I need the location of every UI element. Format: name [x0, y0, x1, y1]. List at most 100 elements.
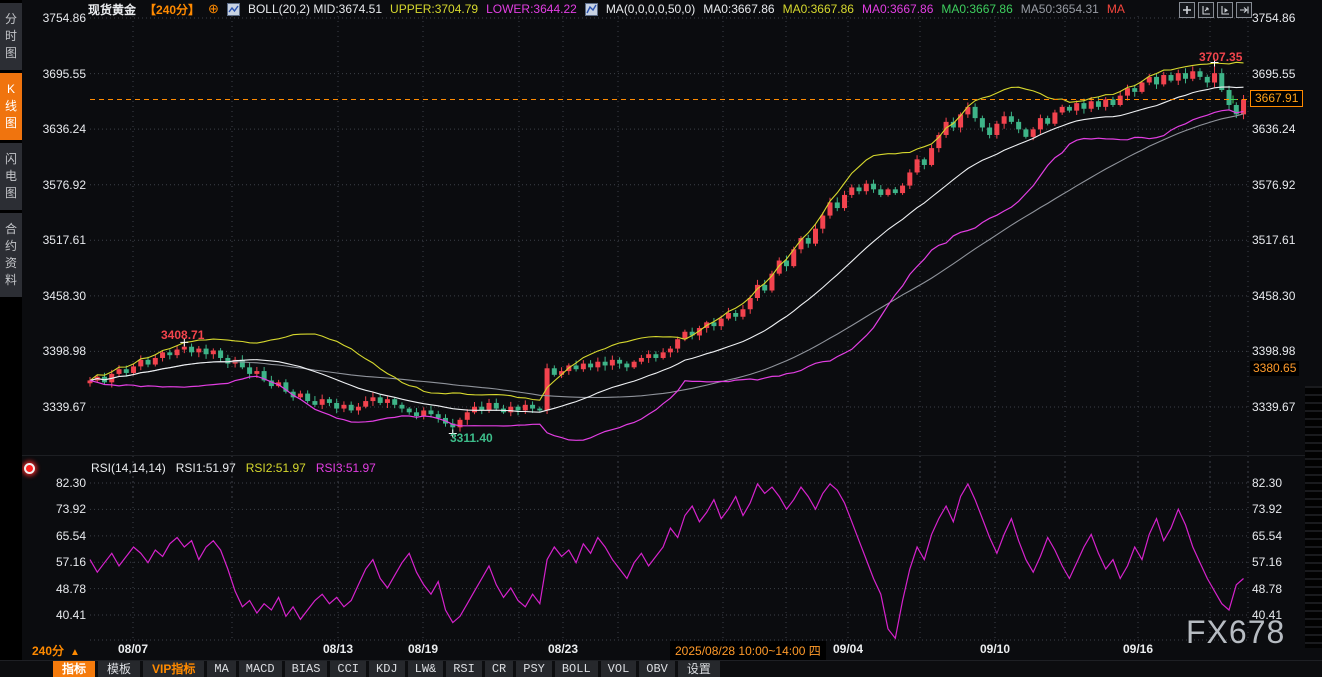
- sidebar-tab-char: 资: [5, 255, 17, 272]
- watermark: FX678: [1186, 614, 1285, 651]
- peak-high-label: 3707.35: [1199, 50, 1242, 64]
- ma50-line: [90, 114, 1244, 398]
- timeframe-button[interactable]: 240分 ▲: [32, 642, 80, 659]
- sidebar-tab-char: 图: [5, 45, 17, 62]
- price-axis-left: 3754.863695.553636.243576.923517.613458.…: [26, 0, 86, 660]
- toolbar-button-2[interactable]: VIP指标: [143, 661, 204, 677]
- sidebar-tab-char: 时: [5, 28, 17, 45]
- boll-values: BOLL(20,2) MID:3674.51: [248, 2, 382, 16]
- boll-upper-value: UPPER:3704.79: [390, 2, 478, 16]
- swing-low-label: 3311.40: [450, 431, 493, 445]
- toolbar-button-6[interactable]: CCI: [330, 661, 366, 677]
- sidebar-tab-char: 线: [5, 98, 17, 115]
- auto-scroll-icon[interactable]: [1217, 2, 1233, 18]
- rsi-axis-label: 65.54: [1252, 529, 1282, 543]
- price-axis-label: 3458.30: [1252, 289, 1295, 303]
- sidebar-tab-char: K: [7, 81, 15, 98]
- sidebar-tab-闪电图[interactable]: 闪电图: [0, 143, 22, 210]
- boll-indicator-icon[interactable]: [227, 3, 240, 16]
- toolbar-button-9[interactable]: RSI: [446, 661, 482, 677]
- rsi1-value: RSI1:51.97: [176, 461, 236, 475]
- rsi-axis-label: 73.92: [56, 502, 86, 516]
- x-axis-date: 08/23: [548, 642, 578, 656]
- sidebar-tab-char: 图: [5, 115, 17, 132]
- x-axis-date: 09/04: [833, 642, 863, 656]
- current-price-tag: 3667.91: [1250, 90, 1303, 107]
- rsi-axis-label: 40.41: [56, 608, 86, 622]
- rsi-axis-label: 57.16: [56, 555, 86, 569]
- price-axis-label: 3576.92: [1252, 178, 1295, 192]
- indicator-settings-icon[interactable]: [24, 463, 35, 474]
- add-indicator-icon[interactable]: ⊕: [208, 1, 219, 17]
- rsi-title: RSI(14,14,14): [91, 461, 166, 475]
- x-axis-date: 09/10: [980, 642, 1010, 656]
- toolbar-button-8[interactable]: LW&: [408, 661, 444, 677]
- toolbar-button-3[interactable]: MA: [207, 661, 235, 677]
- x-axis-date: 08/19: [408, 642, 438, 656]
- toolbar-button-7[interactable]: KDJ: [369, 661, 405, 677]
- toolbar-button-5[interactable]: BIAS: [285, 661, 328, 677]
- sidebar-tab-char: 合: [5, 221, 17, 238]
- rsi3-value: RSI3:51.97: [316, 461, 376, 475]
- sidebar-tab-char: 电: [5, 168, 17, 185]
- rsi-header: RSI(14,14,14) RSI1:51.97 RSI2:51.97 RSI3…: [24, 460, 376, 476]
- ma-group-label: MA(0,0,0,0,50,0): [606, 2, 695, 16]
- toolbar-button-0[interactable]: 指标: [53, 661, 95, 677]
- price-axis-label: 3636.24: [1252, 122, 1295, 136]
- x-axis-row: 240分 ▲ 2025/08/28 10:00~14:00 四 08/07 08/1…: [0, 640, 1322, 660]
- indicator-toolbar: 指标模板VIP指标MAMACDBIASCCIKDJLW&RSICRPSYBOLL…: [0, 660, 1322, 677]
- rsi-axis-label: 82.30: [56, 476, 86, 490]
- ma-value: MA0:3667.86: [862, 2, 933, 16]
- x-axis-date: 09/16: [1123, 642, 1153, 656]
- sidebar-tab-char: 图: [5, 185, 17, 202]
- toolbar-button-10[interactable]: CR: [485, 661, 513, 677]
- symbol-name: 现货黄金: [88, 1, 136, 18]
- goto-latest-icon[interactable]: [1236, 2, 1252, 18]
- sidebar-tab-合约资料[interactable]: 合约资料: [0, 213, 22, 297]
- datetime-tooltip: 2025/08/28 10:00~14:00 四: [670, 641, 826, 660]
- x-axis-date: 08/07: [118, 642, 148, 656]
- ma-value: MA0:3667.86: [941, 2, 1012, 16]
- panel-divider: [22, 455, 1322, 456]
- toolbar-button-1[interactable]: 模板: [98, 661, 140, 677]
- scale-axes-icon[interactable]: [1198, 2, 1214, 18]
- price-axis-label: 3695.55: [1252, 67, 1295, 81]
- toolbar-button-15[interactable]: 设置: [678, 661, 720, 677]
- ma-value: MA0:3667.86: [783, 2, 854, 16]
- rsi-axis-label: 73.92: [1252, 502, 1282, 516]
- swing-high-label: 3408.71: [161, 328, 204, 342]
- rsi-axis-label: 82.30: [1252, 476, 1282, 490]
- timeframe-tag[interactable]: 【240分】: [144, 1, 200, 18]
- sidebar-tab-char: 料: [5, 272, 17, 289]
- reference-price-tag: 3380.65: [1250, 361, 1299, 376]
- rsi-axis-label: 48.78: [56, 582, 86, 596]
- price-axis-label: 3458.30: [43, 289, 86, 303]
- sidebar-tab-char: 分: [5, 11, 17, 28]
- toolbar-button-13[interactable]: VOL: [601, 661, 637, 677]
- chart-toolbar-icons: [1179, 2, 1252, 18]
- boll-upper-line: [90, 62, 1244, 400]
- toolbar-button-12[interactable]: BOLL: [555, 661, 598, 677]
- toolbar-button-14[interactable]: OBV: [639, 661, 675, 677]
- timeframe-label: 240分: [32, 644, 64, 658]
- left-sidebar: 分时图K线图闪电图合约资料: [0, 0, 22, 677]
- ma-indicator-icon[interactable]: [585, 3, 598, 16]
- rsi-axis-label: 57.16: [1252, 555, 1282, 569]
- chart-header: 现货黄金 【240分】 ⊕ BOLL(20,2) MID:3674.51 UPP…: [22, 0, 1322, 18]
- sidebar-tab-分时图[interactable]: 分时图: [0, 3, 22, 70]
- x-axis-date: 08/13: [323, 642, 353, 656]
- dropdown-arrow-icon: ▲: [70, 647, 80, 658]
- ma-value: MA: [1107, 2, 1125, 16]
- rsi-axis-label: 48.78: [1252, 582, 1282, 596]
- boll-lower-value: LOWER:3644.22: [486, 2, 577, 16]
- grid-plus-icon[interactable]: [1179, 2, 1195, 18]
- price-axis-label: 3636.24: [43, 122, 86, 136]
- price-axis-label: 3517.61: [1252, 233, 1295, 247]
- sidebar-tab-K线图[interactable]: K线图: [0, 73, 22, 140]
- rsi2-value: RSI2:51.97: [246, 461, 306, 475]
- price-axis-label: 3339.67: [1252, 400, 1295, 414]
- toolbar-button-4[interactable]: MACD: [239, 661, 282, 677]
- toolbar-button-11[interactable]: PSY: [516, 661, 552, 677]
- price-axis-label: 3576.92: [43, 178, 86, 192]
- ma-value: MA0:3667.86: [703, 2, 774, 16]
